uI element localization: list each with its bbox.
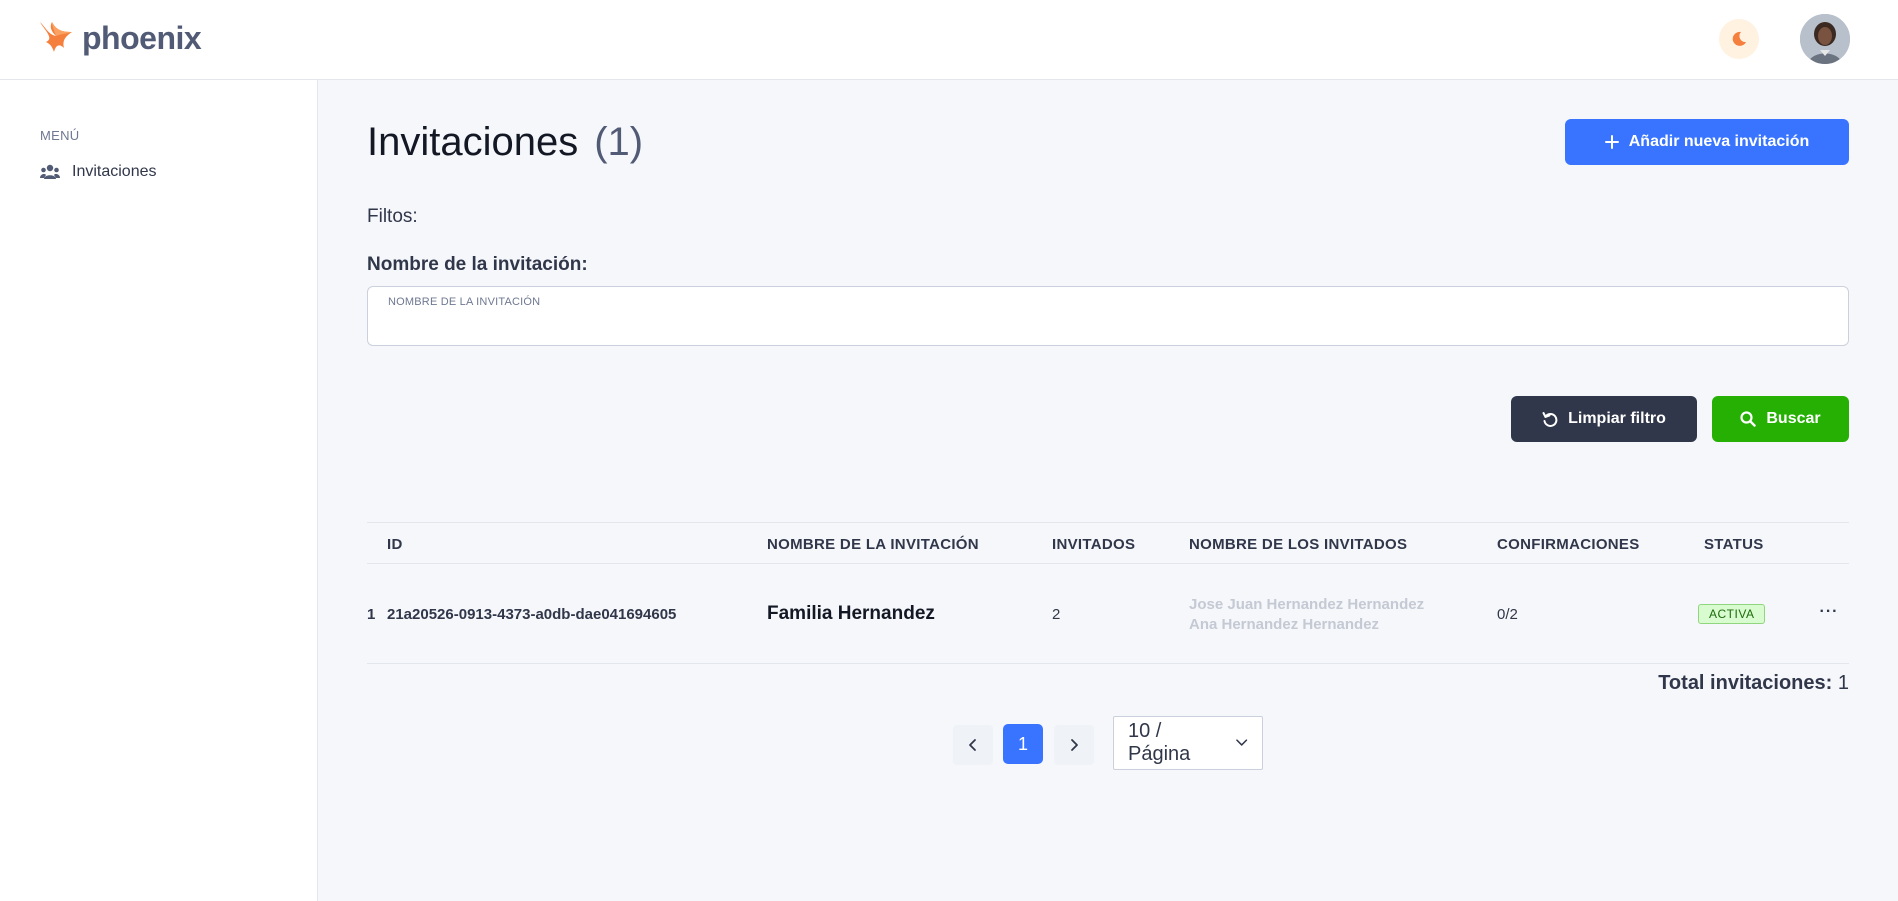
filters-label: Filtos: [367, 206, 418, 227]
clear-filter-button-label: Limpiar filtro [1568, 410, 1666, 427]
sidebar-item-label: Invitaciones [72, 163, 157, 180]
pagination-prev-button[interactable] [953, 725, 993, 765]
chevron-left-icon [969, 739, 976, 751]
invitation-name-placeholder: NOMBRE DE LA INVITACIÓN [388, 296, 541, 308]
search-button[interactable]: Buscar [1712, 396, 1849, 442]
column-header-status[interactable]: STATUS [1704, 536, 1764, 553]
search-icon [1740, 411, 1757, 427]
column-header-id[interactable]: ID [387, 536, 403, 553]
row-guest-names: Jose Juan Hernandez Hernandez Ana Hernan… [1189, 595, 1424, 635]
clear-filter-button[interactable]: Limpiar filtro [1511, 396, 1697, 442]
add-invitation-button[interactable]: Añadir nueva invitación [1565, 119, 1849, 165]
pagination-page-1[interactable]: 1 [1003, 724, 1043, 764]
users-icon [40, 164, 60, 179]
table-row: 1 21a20526-0913-4373-a0db-dae041694605 F… [367, 564, 1849, 664]
total-invitations-label: Total invitaciones: [1658, 672, 1833, 694]
page-title-text: Invitaciones [367, 120, 579, 164]
moon-icon [1732, 31, 1746, 46]
plus-icon [1604, 135, 1619, 149]
chevron-down-icon [1235, 739, 1247, 746]
page-title: Invitaciones (1) [367, 120, 643, 165]
column-header-guest-names[interactable]: NOMBRE DE LOS INVITADOS [1189, 536, 1407, 553]
user-avatar[interactable] [1800, 14, 1850, 64]
main-content: Invitaciones (1) Añadir nueva invitación … [319, 80, 1898, 901]
row-actions-menu-button[interactable]: ··· [1815, 598, 1843, 626]
page-size-select[interactable]: 10 / Página [1113, 716, 1263, 770]
phoenix-logo-icon [40, 22, 72, 52]
total-invitations: Total invitaciones: 1 [1658, 672, 1849, 695]
table-header: ID NOMBRE DE LA INVITACIÓN INVITADOS NOM… [367, 522, 1849, 564]
invitation-name-input[interactable] [388, 313, 1828, 337]
undo-icon [1542, 412, 1558, 427]
user-portrait-icon [1800, 14, 1850, 64]
brand-logo[interactable]: phoenix [36, 18, 202, 58]
row-guest-name: Ana Hernandez Hernandez [1189, 616, 1380, 633]
row-index: 1 [367, 606, 376, 623]
brand-name: phoenix [82, 19, 202, 56]
column-header-invitation-name[interactable]: NOMBRE DE LA INVITACIÓN [767, 536, 979, 553]
row-guest-name: Jose Juan Hernandez Hernandez [1189, 596, 1425, 613]
chevron-right-icon [1071, 739, 1078, 751]
page-size-value: 10 / Página [1128, 720, 1191, 765]
sidebar: MENÚ Invitaciones [0, 80, 318, 901]
invitations-table: ID NOMBRE DE LA INVITACIÓN INVITADOS NOM… [367, 522, 1849, 664]
theme-toggle-button[interactable] [1719, 19, 1759, 59]
row-id: 21a20526-0913-4373-a0db-dae041694605 [387, 606, 677, 623]
sidebar-menu-label: MENÚ [40, 128, 80, 143]
column-header-guests[interactable]: INVITADOS [1052, 536, 1135, 553]
invitation-name-field[interactable]: NOMBRE DE LA INVITACIÓN [367, 286, 1849, 346]
sidebar-item-invitaciones[interactable]: Invitaciones [40, 158, 157, 186]
column-header-confirmations[interactable]: CONFIRMACIONES [1497, 536, 1640, 553]
invitation-name-label: Nombre de la invitación: [367, 254, 588, 275]
add-invitation-button-label: Añadir nueva invitación [1628, 133, 1810, 150]
total-invitations-value: 1 [1837, 672, 1849, 694]
page-title-count: (1) [594, 120, 644, 164]
top-navbar: phoenix [0, 0, 1898, 80]
search-button-label: Buscar [1766, 410, 1821, 427]
status-badge: ACTIVA [1698, 604, 1766, 624]
row-guests-count: 2 [1052, 606, 1061, 623]
row-invitation-name: Familia Hernandez [767, 603, 935, 624]
row-confirmations: 0/2 [1497, 606, 1518, 623]
pagination-next-button[interactable] [1054, 725, 1094, 765]
